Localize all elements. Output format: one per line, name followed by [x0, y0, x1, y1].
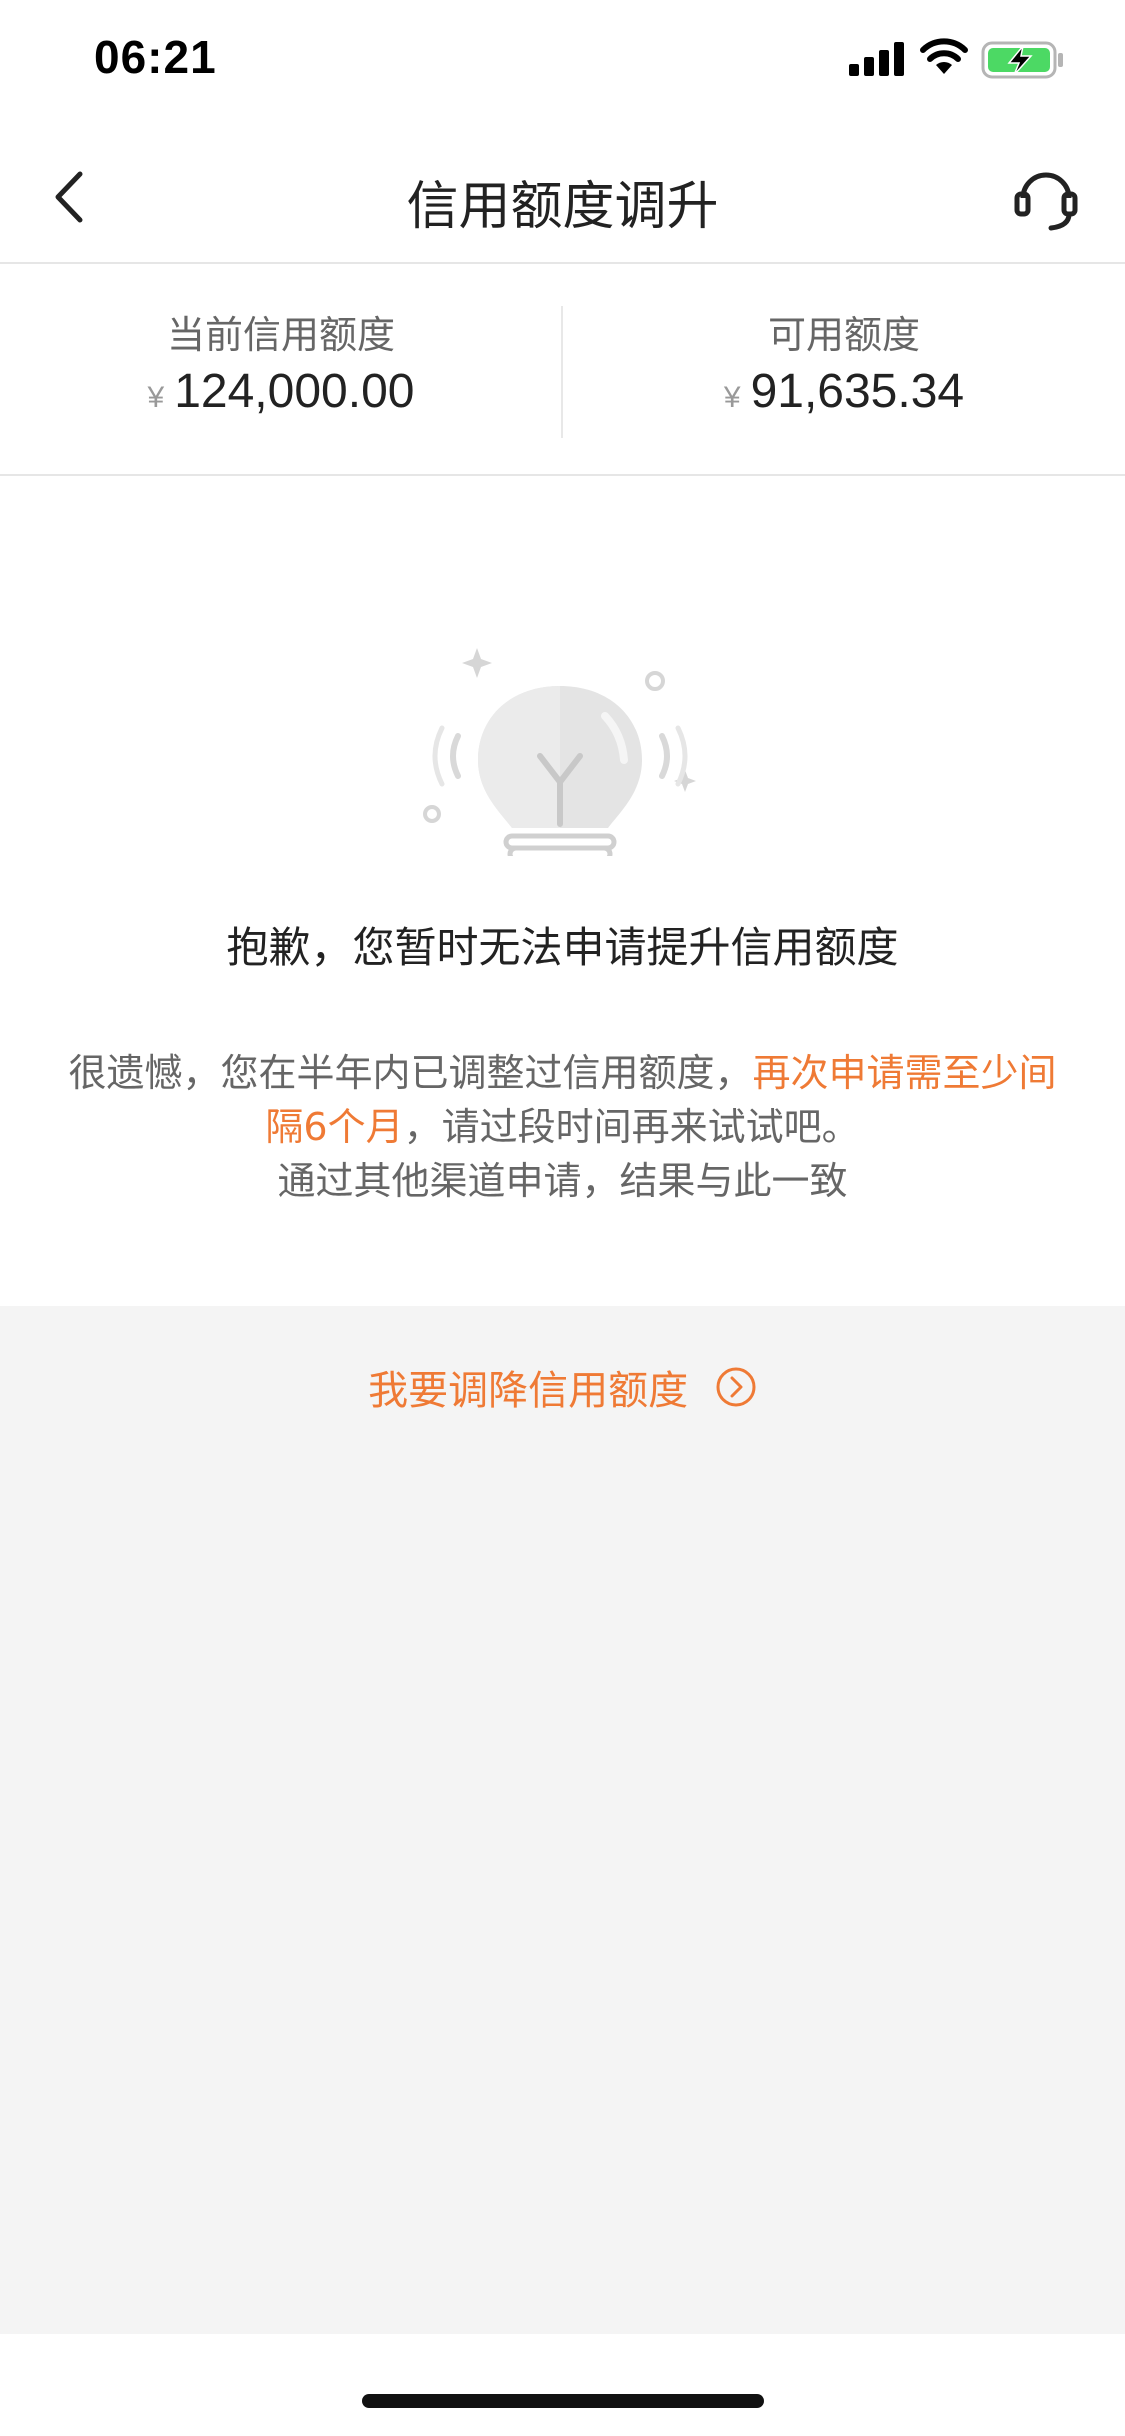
wifi-icon — [920, 38, 968, 74]
circle-chevron-right-icon — [716, 1367, 756, 1407]
available-credit: 可用额度 ¥91,635.34 — [563, 264, 1125, 476]
result-title: 抱歉，您暂时无法申请提升信用额度 — [226, 923, 899, 972]
status-icons — [849, 38, 1069, 82]
home-indicator[interactable] — [362, 2394, 764, 2408]
signal-icon — [849, 42, 904, 76]
available-credit-value: 91,635.34 — [750, 365, 965, 418]
lightbulb-icon — [423, 648, 696, 856]
current-credit-value: 124,000.00 — [174, 365, 415, 418]
available-credit-amount: ¥91,635.34 — [563, 364, 1125, 419]
page-title: 信用额度调升 — [406, 177, 719, 237]
headset-icon — [1014, 172, 1078, 231]
credit-summary: 当前信用额度 ¥124,000.00 可用额度 ¥91,635.34 — [0, 264, 1125, 476]
status-time: 06:21 — [94, 31, 217, 83]
desc-line-3: 通过其他渠道申请，结果与此一致 — [277, 1159, 848, 1203]
status-bar: 06:21 — [0, 0, 1125, 132]
desc-text: ，请过段时间再来试试吧。 — [403, 1105, 860, 1149]
battery-charging-icon — [981, 41, 1063, 79]
reduce-credit-link[interactable]: 我要调降信用额度 — [0, 1358, 1125, 1414]
available-credit-label: 可用额度 — [767, 313, 920, 357]
current-credit-label: 当前信用额度 — [166, 313, 395, 357]
nav-bar: 信用额度调升 — [0, 132, 1125, 264]
reduce-credit-label: 我要调降信用额度 — [368, 1368, 689, 1414]
result-description: 很遗憾，您在半年内已调整过信用额度，再次申请需至少间隔6个月，请过段时间再来试试… — [60, 1046, 1065, 1208]
result-panel: 抱歉，您暂时无法申请提升信用额度 很遗憾，您在半年内已调整过信用额度，再次申请需… — [0, 476, 1125, 1306]
customer-service-button[interactable] — [1011, 160, 1081, 234]
current-credit: 当前信用额度 ¥124,000.00 — [0, 264, 562, 476]
bottom-bar — [0, 2334, 1125, 2436]
currency-symbol: ¥ — [723, 381, 741, 414]
current-credit-amount: ¥124,000.00 — [0, 364, 562, 419]
desc-text: 很遗憾，您在半年内已调整过信用额度， — [68, 1051, 753, 1095]
currency-symbol: ¥ — [147, 381, 165, 414]
